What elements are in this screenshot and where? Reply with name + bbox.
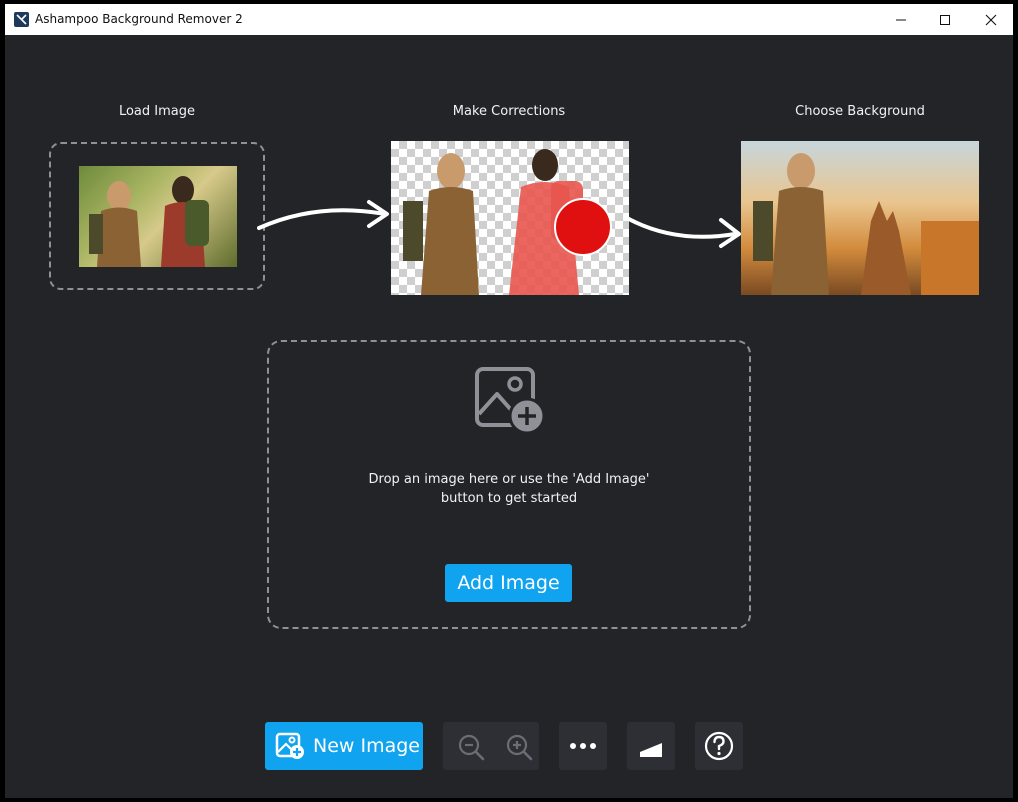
- new-image-button[interactable]: New Image: [265, 722, 423, 770]
- compare-button[interactable]: [627, 722, 675, 770]
- zoom-controls: [443, 722, 539, 770]
- more-button[interactable]: [559, 722, 607, 770]
- app-logo-icon: [14, 12, 29, 27]
- drop-instructions: Drop an image here or use the 'Add Image…: [267, 470, 751, 508]
- new-image-label: New Image: [313, 735, 420, 757]
- sample-photo-corrections: [391, 141, 629, 295]
- drop-instructions-line1: Drop an image here or use the 'Add Image…: [368, 472, 650, 487]
- add-image-icon: [475, 367, 545, 435]
- title-bar: Ashampoo Background Remover 2: [5, 4, 1013, 35]
- drop-instructions-line2: button to get started: [440, 491, 578, 506]
- window-title: Ashampoo Background Remover 2: [35, 12, 243, 26]
- minimize-button[interactable]: [877, 4, 923, 35]
- sample-photo-new-background: [741, 141, 979, 295]
- arrow-icon: [257, 200, 389, 230]
- step-label-load: Load Image: [118, 104, 196, 119]
- zoom-in-icon[interactable]: [505, 733, 533, 761]
- close-button[interactable]: [967, 4, 1013, 35]
- zoom-out-icon[interactable]: [457, 733, 485, 761]
- sample-photo-original: [79, 166, 237, 267]
- maximize-button[interactable]: [921, 4, 967, 35]
- app-window: Ashampoo Background Remover 2 Load Image…: [5, 4, 1013, 798]
- arrow-icon: [625, 216, 741, 248]
- help-icon: [704, 731, 734, 761]
- compare-icon: [640, 735, 662, 757]
- step-label-corrections: Make Corrections: [452, 104, 566, 119]
- more-icon: [570, 743, 596, 749]
- step-label-background: Choose Background: [795, 104, 925, 119]
- add-image-button[interactable]: Add Image: [445, 564, 572, 602]
- help-button[interactable]: [695, 722, 743, 770]
- image-plus-icon: [275, 732, 304, 759]
